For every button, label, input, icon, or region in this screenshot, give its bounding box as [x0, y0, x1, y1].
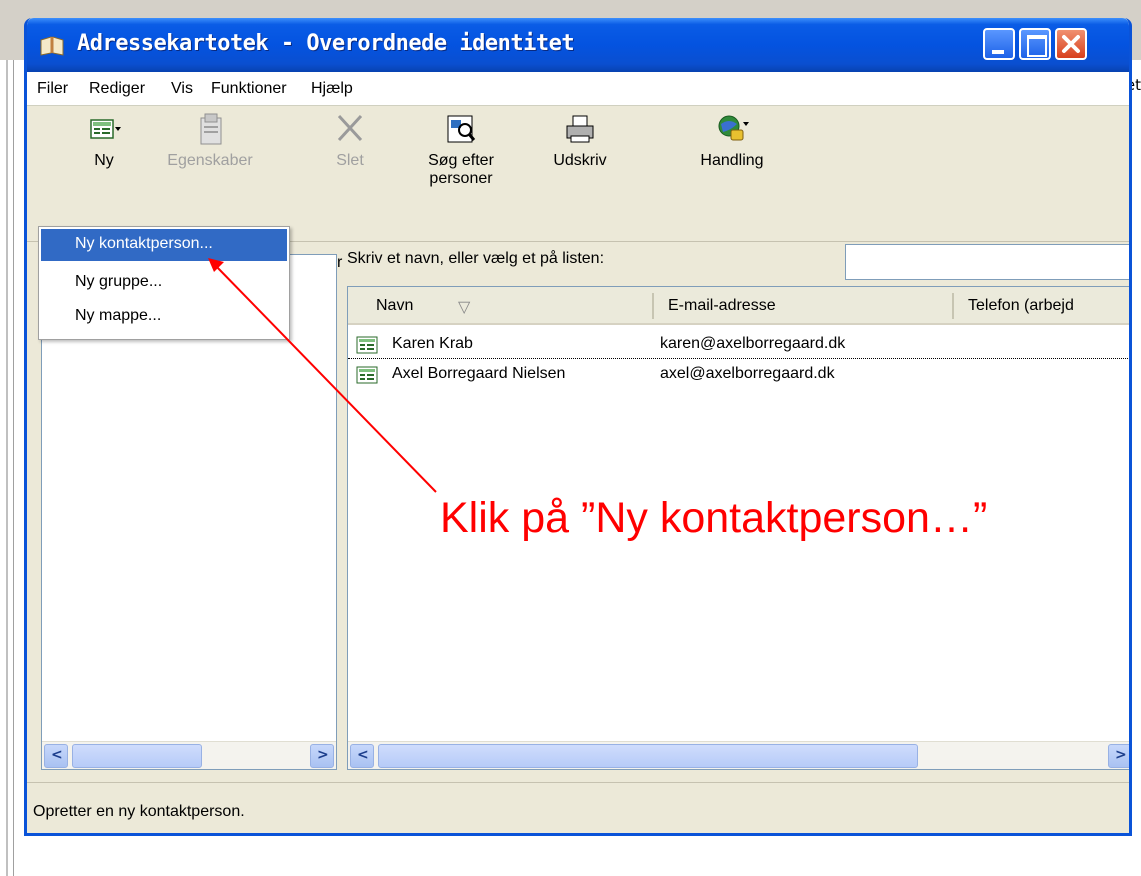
address-book-window: Adressekartotek - Overordnede identitet …	[24, 18, 1132, 836]
delete-button-label: Slet	[336, 152, 364, 169]
new-contact-icon	[90, 119, 121, 139]
left-pane-peek-text: r	[337, 254, 343, 271]
menu-file[interactable]: Filer	[37, 80, 68, 98]
menu-item-new-contact[interactable]: Ny kontaktperson...	[41, 229, 287, 261]
table-row[interactable]: Axel Borregaard Nielsen axel@axelborrega…	[348, 361, 1129, 389]
contact-email: karen@axelborregaard.dk	[660, 335, 846, 352]
chevron-right-icon: >	[1115, 747, 1127, 763]
close-icon	[1062, 35, 1080, 53]
chevron-right-icon: >	[317, 747, 329, 763]
printer-icon	[566, 115, 594, 143]
scroll-right-button[interactable]: >	[1108, 744, 1129, 768]
maximize-button[interactable]	[1019, 28, 1051, 60]
column-divider[interactable]	[652, 293, 654, 319]
column-divider[interactable]	[952, 293, 954, 319]
contact-email: axel@axelborregaard.dk	[660, 365, 835, 382]
background-app-border	[6, 60, 8, 876]
menu-item-new-folder[interactable]: Ny mappe...	[41, 301, 287, 333]
scroll-thumb[interactable]	[378, 744, 918, 768]
action-globe-icon	[718, 115, 749, 141]
scroll-left-button[interactable]: <	[350, 744, 374, 768]
column-header-row: Navn ▽ E-mail-adresse Telefon (arbejd	[348, 287, 1129, 325]
search-label: Skriv et navn, eller vælg et på listen:	[347, 250, 605, 267]
toolbar: Ny Egenskaber Slet Søg efter personer Ud…	[27, 106, 1129, 242]
properties-button[interactable]: Egenskaber	[155, 112, 265, 170]
menu-tools[interactable]: Funktioner	[211, 80, 287, 98]
menu-view[interactable]: Vis	[171, 80, 193, 98]
minimize-button[interactable]	[983, 28, 1015, 60]
new-button-label: Ny	[94, 152, 114, 169]
table-row[interactable]: Karen Krab karen@axelborregaard.dk	[348, 331, 1129, 359]
scroll-right-button[interactable]: >	[310, 744, 334, 768]
scroll-left-button[interactable]: <	[44, 744, 68, 768]
close-button[interactable]	[1055, 28, 1087, 60]
chevron-left-icon: <	[51, 747, 63, 763]
delete-icon	[337, 114, 363, 142]
column-name[interactable]: Navn	[376, 297, 413, 315]
menu-bar: Filer Rediger Vis Funktioner Hjælp	[27, 72, 1129, 106]
search-input[interactable]	[845, 244, 1129, 280]
menu-item-new-group[interactable]: Ny gruppe...	[41, 267, 287, 299]
print-button[interactable]: Udskriv	[541, 112, 619, 170]
left-horizontal-scrollbar[interactable]: < >	[42, 741, 336, 769]
instruction-annotation: Klik på ”Ny kontaktperson…”	[440, 494, 988, 542]
new-button[interactable]: Ny	[75, 112, 133, 170]
column-phone[interactable]: Telefon (arbejd	[968, 297, 1074, 315]
column-email[interactable]: E-mail-adresse	[668, 297, 776, 315]
print-button-label: Udskriv	[553, 152, 607, 169]
action-button-label: Handling	[700, 152, 764, 169]
find-people-label-1: Søg efter	[428, 152, 494, 169]
find-people-label-2: personer	[429, 170, 493, 187]
contact-name: Karen Krab	[392, 335, 473, 352]
contact-card-icon	[356, 336, 378, 354]
delete-button[interactable]: Slet	[327, 112, 373, 170]
title-bar[interactable]: Adressekartotek - Overordnede identitet	[27, 18, 1129, 72]
menu-help[interactable]: Hjælp	[311, 80, 353, 98]
status-text: Opretter en ny kontaktperson.	[33, 803, 245, 820]
address-book-icon	[40, 36, 64, 56]
find-people-button[interactable]: Søg efter personer	[413, 112, 509, 188]
find-people-icon	[447, 115, 476, 143]
contact-card-icon	[356, 366, 378, 384]
properties-button-label: Egenskaber	[167, 152, 253, 169]
contact-name: Axel Borregaard Nielsen	[392, 365, 566, 382]
list-horizontal-scrollbar[interactable]: < >	[348, 741, 1129, 769]
sort-descending-icon: ▽	[458, 299, 471, 316]
menu-edit[interactable]: Rediger	[89, 80, 145, 98]
chevron-left-icon: <	[357, 747, 369, 763]
new-dropdown-menu: Ny kontaktperson... Ny gruppe... Ny mapp…	[38, 226, 290, 340]
action-button[interactable]: Handling	[687, 112, 777, 170]
properties-icon	[200, 113, 222, 145]
status-bar: Opretter en ny kontaktperson.	[27, 782, 1129, 833]
window-title: Adressekartotek - Overordnede identitet	[77, 31, 575, 56]
scroll-thumb[interactable]	[72, 744, 202, 768]
